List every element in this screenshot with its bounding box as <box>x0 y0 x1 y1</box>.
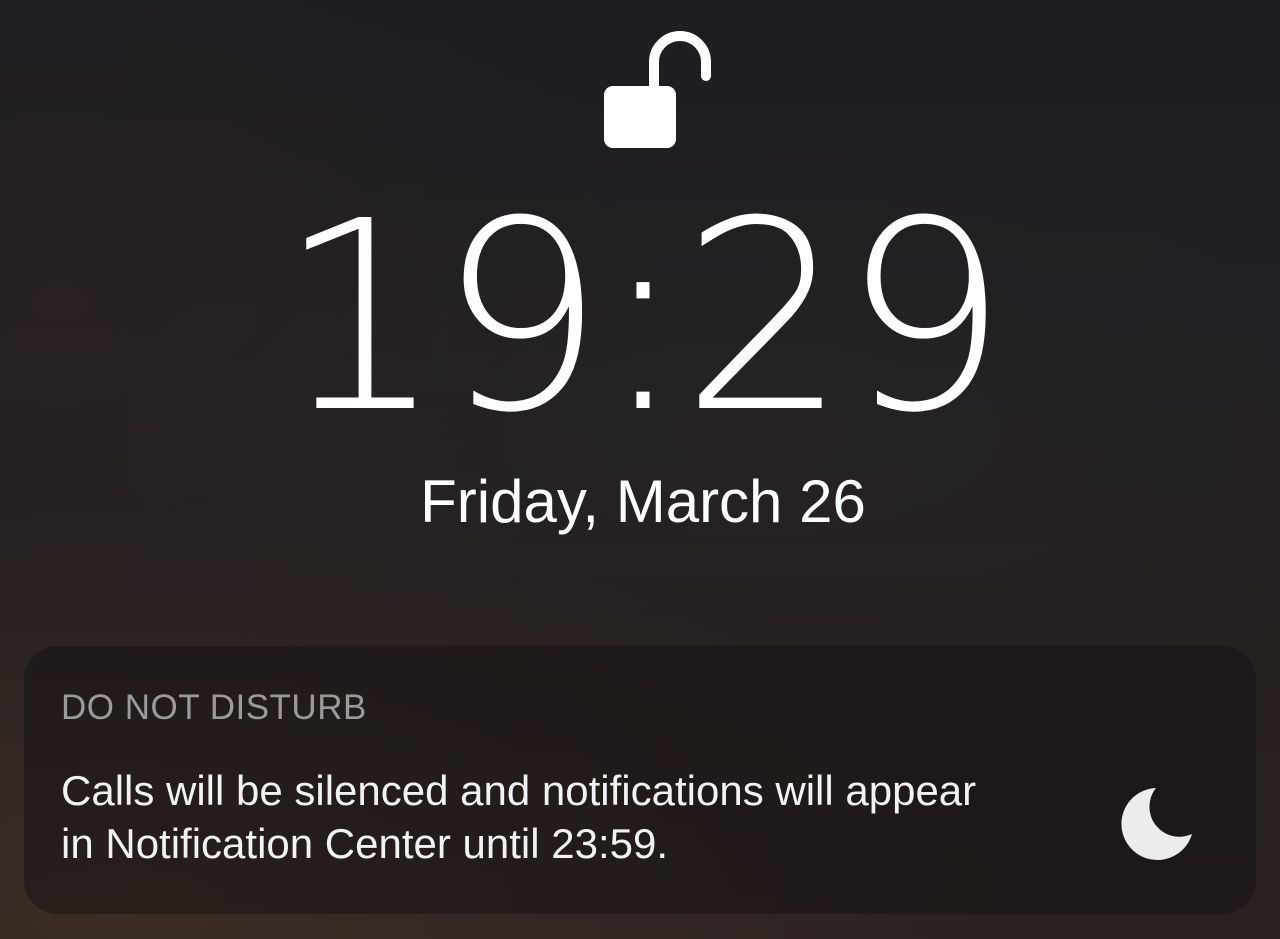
do-not-disturb-title: DO NOT DISTURB <box>61 688 367 727</box>
lock-screen-time: 19:29 <box>277 165 1008 470</box>
lock-screen-date: Friday, March 26 <box>420 468 866 535</box>
moon-icon[interactable] <box>1116 782 1200 866</box>
unlocked-padlock-icon <box>598 30 718 154</box>
do-not-disturb-message: Calls will be silenced and notifications… <box>61 767 977 867</box>
do-not-disturb-notification[interactable]: DO NOT DISTURB Calls will be silenced an… <box>24 646 1256 914</box>
